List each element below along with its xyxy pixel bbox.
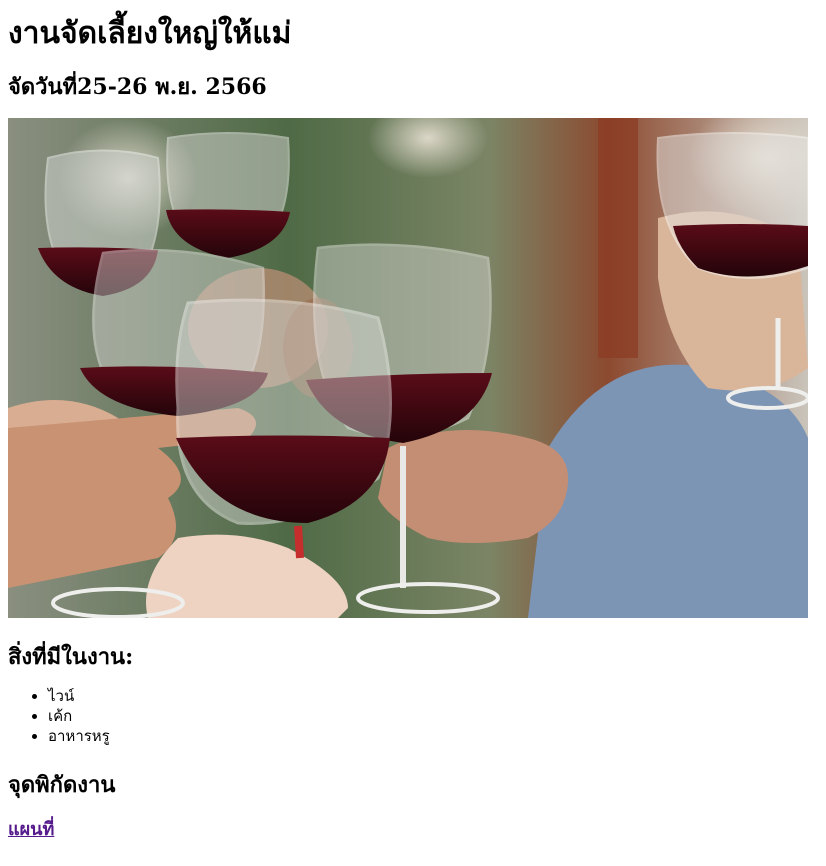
- wine-toast-image: [8, 118, 808, 618]
- items-heading: สิ่งที่มีในงาน:: [8, 644, 134, 670]
- map-link[interactable]: แผนที่: [8, 814, 54, 843]
- event-date: จัดวันที่25-26 พ.ย. 2566: [8, 74, 267, 100]
- party-photo: [8, 118, 808, 618]
- list-item: เค้ก: [48, 706, 808, 726]
- list-item: ไวน์: [48, 686, 808, 706]
- page-title: งานจัดเลี้ยงใหญ่ให้แม่: [8, 16, 292, 51]
- list-item: อาหารหรู: [48, 726, 808, 746]
- items-list: ไวน์ เค้ก อาหารหรู: [8, 686, 808, 746]
- page-content: งานจัดเลี้ยงใหญ่ให้แม่ จัดวันที่25-26 พ.…: [0, 0, 826, 866]
- location-heading: จุดพิกัดงาน: [8, 772, 116, 798]
